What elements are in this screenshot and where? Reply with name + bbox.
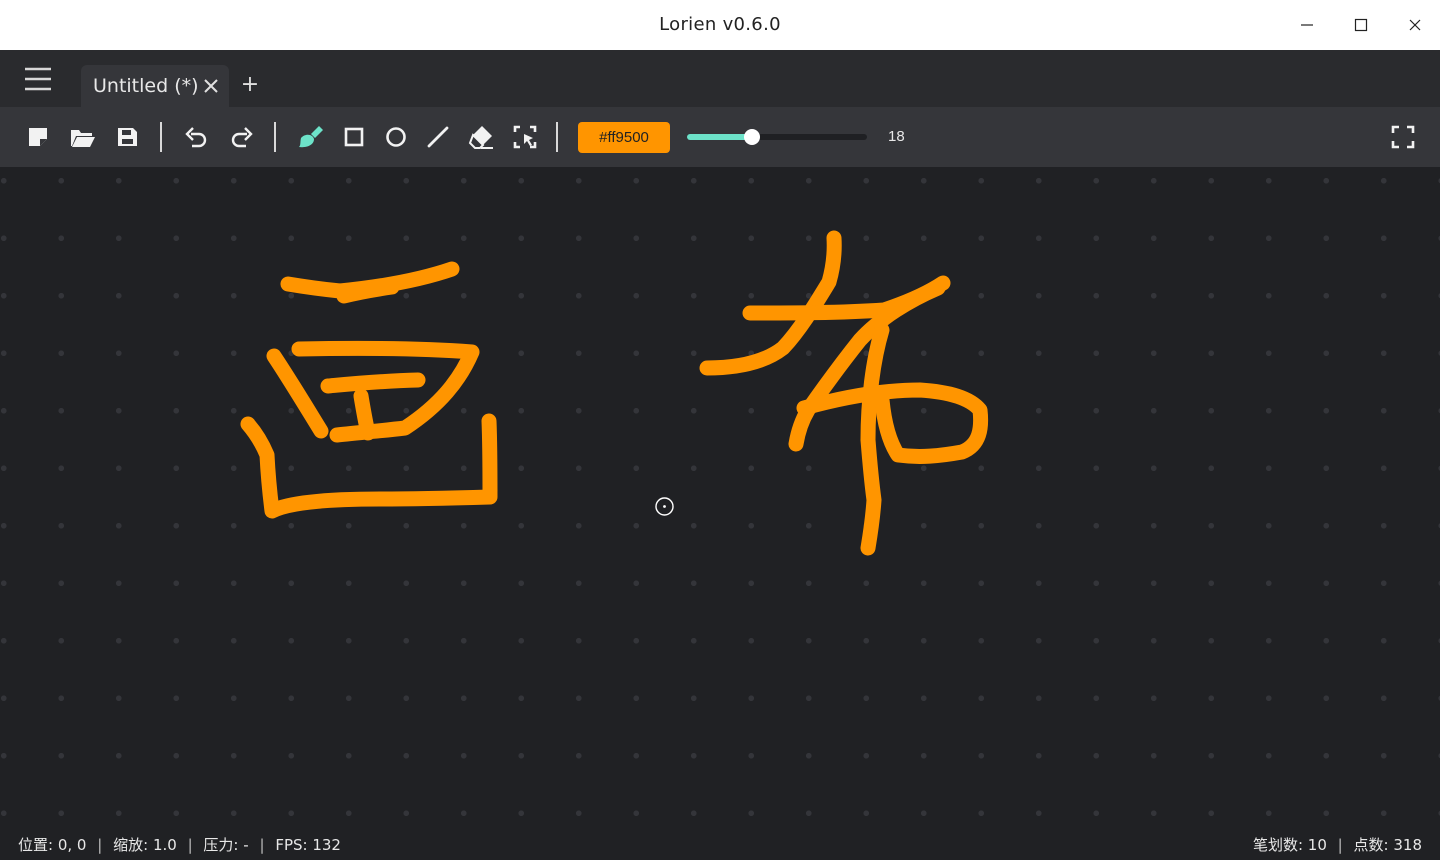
fullscreen-button[interactable] <box>1388 122 1418 152</box>
hamburger-menu-icon <box>25 67 51 91</box>
selection-icon <box>513 125 537 149</box>
rectangle-tool-button[interactable] <box>339 122 369 152</box>
brush-icon <box>299 126 323 148</box>
points-label: 点数: <box>1353 836 1389 854</box>
tab-strip: Untitled (*) + <box>0 50 1440 107</box>
fps-value: 132 <box>312 836 341 854</box>
brush-cursor <box>655 497 674 516</box>
eraser-tool-button[interactable] <box>466 122 496 152</box>
canvas-stroke <box>699 230 842 376</box>
zoom-label: 缩放: <box>113 836 149 854</box>
canvas-strokes <box>240 230 989 556</box>
new-file-icon <box>29 128 47 146</box>
new-file-button[interactable] <box>23 122 53 152</box>
line-tool-button[interactable] <box>423 122 453 152</box>
color-picker-button[interactable]: #ff9500 <box>578 122 670 153</box>
redo-button[interactable] <box>227 122 257 152</box>
save-icon <box>118 128 137 146</box>
selection-tool-button[interactable] <box>510 122 540 152</box>
maximize-button[interactable] <box>1341 10 1381 40</box>
zoom-value: 1.0 <box>152 836 177 854</box>
open-file-button[interactable] <box>67 122 97 152</box>
status-separator: | <box>97 836 103 854</box>
toolbar-separator <box>556 122 558 152</box>
drawing-canvas[interactable] <box>0 167 1440 825</box>
status-right: 笔划数: 10 | 点数: 318 <box>1253 834 1422 855</box>
status-separator: | <box>1337 836 1343 854</box>
tab-untitled[interactable]: Untitled (*) <box>81 65 229 107</box>
minimize-button[interactable] <box>1287 10 1327 40</box>
menu-button[interactable] <box>22 65 54 93</box>
strokes-value: 10 <box>1307 836 1327 854</box>
toolbar-separator <box>274 122 276 152</box>
brush-tool-button[interactable] <box>295 122 325 152</box>
canvas-stroke <box>353 388 376 441</box>
canvas-stroke <box>336 279 400 304</box>
redo-icon <box>231 127 253 148</box>
minimize-icon <box>1301 24 1313 26</box>
new-tab-button[interactable]: + <box>240 74 260 96</box>
close-window-button[interactable] <box>1395 10 1435 40</box>
canvas-stroke <box>796 382 989 464</box>
canvas-stroke <box>860 322 890 556</box>
pressure-label: 压力: <box>203 836 239 854</box>
window-title: Lorien v0.6.0 <box>659 14 781 35</box>
close-tab-icon[interactable] <box>202 77 220 95</box>
circle-icon <box>386 127 406 147</box>
points-value: 318 <box>1393 836 1422 854</box>
window-titlebar: Lorien v0.6.0 <box>0 0 1440 50</box>
brush-size-slider[interactable] <box>687 129 867 145</box>
position-label: 位置: <box>18 836 54 854</box>
close-icon <box>1409 19 1421 31</box>
slider-fill <box>687 134 752 140</box>
slider-thumb[interactable] <box>743 129 760 145</box>
toolbar-separator <box>160 122 162 152</box>
open-folder-icon <box>71 130 95 147</box>
brush-size-value: 18 <box>888 128 905 145</box>
eraser-icon <box>468 126 493 149</box>
save-button[interactable] <box>112 122 142 152</box>
status-bar: 位置: 0, 0 | 缩放: 1.0 | 压力: - | FPS: 132 笔划… <box>0 825 1440 860</box>
position-value: 0, 0 <box>57 836 87 854</box>
status-separator: | <box>259 836 265 854</box>
fullscreen-icon <box>1391 125 1415 149</box>
tab-label: Untitled (*) <box>93 75 199 97</box>
undo-button[interactable] <box>181 122 211 152</box>
fps-label: FPS: <box>275 836 308 854</box>
status-separator: | <box>187 836 193 854</box>
circle-tool-button[interactable] <box>381 122 411 152</box>
canvas-stroke <box>320 372 426 394</box>
line-icon <box>427 126 449 148</box>
rectangle-icon <box>344 127 364 147</box>
pressure-value: - <box>243 836 249 854</box>
undo-icon <box>185 127 207 148</box>
strokes-label: 笔划数: <box>1252 836 1304 854</box>
canvas-stroke <box>266 348 329 439</box>
status-left: 位置: 0, 0 | 缩放: 1.0 | 压力: - | FPS: 132 <box>18 834 341 855</box>
maximize-icon <box>1354 18 1368 32</box>
